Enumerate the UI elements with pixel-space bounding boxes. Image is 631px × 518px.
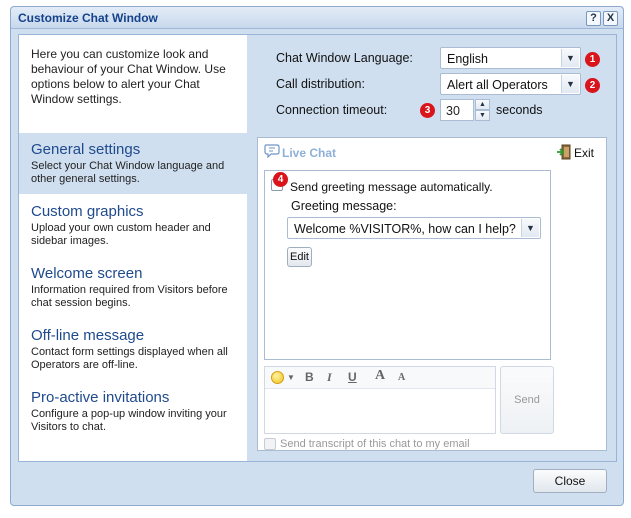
smiley-dropdown-icon[interactable]: ▼: [287, 373, 295, 382]
badge-1: 1: [585, 52, 600, 67]
sidebar-item-proactive-invitations[interactable]: Pro-active invitations Configure a pop-u…: [19, 381, 247, 442]
send-transcript-checkbox[interactable]: [264, 438, 276, 450]
chat-preview: Live Chat Exit Send greeting message aut…: [257, 137, 607, 451]
shrink-font-button[interactable]: A: [398, 372, 405, 383]
send-transcript-label: Send transcript of this chat to my email: [280, 438, 470, 450]
badge-2: 2: [585, 78, 600, 93]
nav-title: Welcome screen: [31, 265, 143, 282]
preview-header: Live Chat Exit: [258, 138, 606, 166]
smiley-icon[interactable]: [271, 371, 284, 384]
nav-title: General settings: [31, 141, 141, 158]
nav-title: Pro-active invitations: [31, 389, 170, 406]
distribution-value: Alert all Operators: [447, 78, 548, 92]
settings-panel: Chat Window Language: English ▼ 1 Call d…: [247, 35, 616, 461]
nav-desc: Select your Chat Window language and oth…: [31, 160, 225, 185]
nav-desc: Configure a pop-up window inviting your …: [31, 408, 227, 433]
timeout-unit: seconds: [496, 103, 543, 117]
greeting-message-select[interactable]: Welcome %VISITOR%, how can I help? ▼: [287, 217, 541, 239]
sidebar-item-welcome-screen[interactable]: Welcome screen Information required from…: [19, 257, 247, 318]
greeting-message-label: Greeting message:: [291, 199, 397, 213]
nav-desc: Contact form settings displayed when all…: [31, 346, 228, 371]
badge-4: 4: [273, 172, 288, 187]
timeout-value: 30: [446, 104, 460, 118]
send-greeting-label: Send greeting message automatically.: [290, 180, 493, 194]
exit-link[interactable]: Exit: [574, 146, 594, 160]
dialog-body: Here you can customize look and behaviou…: [18, 34, 617, 462]
underline-button[interactable]: U: [348, 370, 357, 384]
italic-button[interactable]: I: [327, 370, 332, 385]
greeting-message-value: Welcome %VISITOR%, how can I help?: [294, 222, 516, 236]
send-button[interactable]: Send: [500, 366, 554, 434]
close-icon[interactable]: X: [603, 11, 618, 26]
grow-font-button[interactable]: A: [375, 368, 385, 384]
badge-3: 3: [420, 103, 435, 118]
timeout-stepper[interactable]: ▲ ▼: [475, 99, 490, 121]
nav-desc: Information required from Visitors befor…: [31, 284, 228, 309]
customize-chat-dialog: Customize Chat Window ? X Here you can c…: [10, 6, 624, 506]
language-value: English: [447, 52, 488, 66]
distribution-select[interactable]: Alert all Operators ▼: [440, 73, 581, 95]
sidebar-item-offline-message[interactable]: Off-line message Contact form settings d…: [19, 319, 247, 380]
timeout-label: Connection timeout:: [276, 103, 388, 117]
sidebar-item-custom-graphics[interactable]: Custom graphics Upload your own custom h…: [19, 195, 247, 256]
nav-desc: Upload your own custom header and sideba…: [31, 222, 211, 247]
chevron-down-icon[interactable]: ▼: [561, 49, 579, 67]
exit-door-icon[interactable]: [556, 144, 572, 160]
message-composer[interactable]: ▼ B I U A A: [264, 366, 496, 434]
nav-title: Custom graphics: [31, 203, 144, 220]
help-button[interactable]: ?: [586, 11, 601, 26]
live-chat-label: Live Chat: [282, 146, 337, 160]
sidebar-item-general-settings[interactable]: General settings Select your Chat Window…: [19, 133, 247, 194]
edit-button[interactable]: Edit: [287, 247, 312, 267]
close-button[interactable]: Close: [533, 469, 607, 493]
chat-bubble-icon: [264, 144, 280, 158]
language-select[interactable]: English ▼: [440, 47, 581, 69]
distribution-label: Call distribution:: [276, 77, 365, 91]
timeout-input[interactable]: 30: [440, 99, 474, 121]
title-bar: Customize Chat Window ? X: [11, 7, 623, 29]
sidebar-intro: Here you can customize look and behaviou…: [31, 47, 226, 106]
language-label: Chat Window Language:: [276, 51, 413, 65]
chevron-up-icon[interactable]: ▲: [475, 99, 490, 110]
chevron-down-icon[interactable]: ▼: [561, 75, 579, 93]
nav-title: Off-line message: [31, 327, 145, 344]
dialog-title: Customize Chat Window: [18, 11, 158, 25]
sidebar: Here you can customize look and behaviou…: [19, 35, 247, 461]
format-toolbar: ▼ B I U A A: [265, 367, 495, 389]
bold-button[interactable]: B: [305, 370, 314, 384]
chevron-down-icon[interactable]: ▼: [475, 110, 490, 121]
chevron-down-icon[interactable]: ▼: [521, 219, 539, 237]
greeting-panel: Send greeting message automatically. Gre…: [264, 170, 551, 360]
